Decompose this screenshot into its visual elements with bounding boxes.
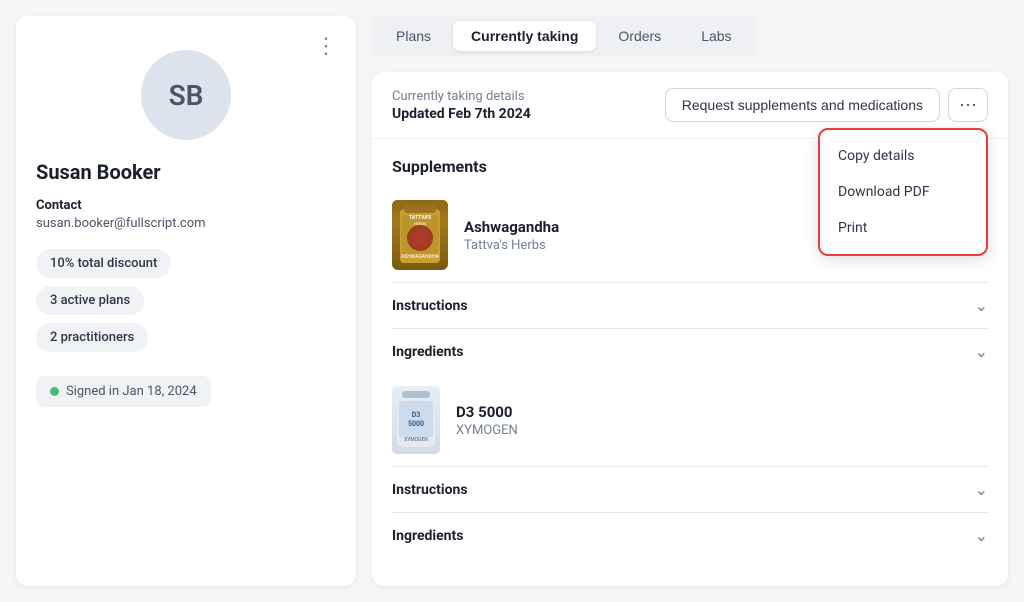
d3-instructions-chevron: ⌄ [975, 480, 988, 499]
dropdown-menu: Copy details Download PDF Print [818, 128, 988, 256]
contact-label: Contact [36, 198, 206, 213]
d3-instructions-row[interactable]: Instructions ⌄ [392, 466, 988, 512]
discount-badge: 10% total discount [36, 249, 171, 278]
request-supplements-button[interactable]: Request supplements and medications [665, 88, 940, 122]
contact-section: Contact susan.booker@fullscript.com [36, 198, 206, 231]
signed-badge: Signed in Jan 18, 2024 [36, 376, 211, 407]
header-right: Request supplements and medications ⋯ Co… [665, 88, 988, 122]
copy-details-item[interactable]: Copy details [820, 138, 986, 174]
avatar: SB [141, 50, 231, 140]
more-options-button[interactable]: ⋯ [948, 88, 988, 122]
d3-ingredients-row[interactable]: Ingredients ⌄ [392, 512, 988, 558]
online-dot [50, 387, 59, 396]
patient-sidebar: ⋮ SB Susan Booker Contact susan.booker@f… [16, 16, 356, 586]
d3-ingredients-label: Ingredients [392, 528, 463, 544]
plans-badge: 3 active plans [36, 286, 144, 315]
main-content: Plans Currently taking Orders Labs Curre… [372, 0, 1024, 602]
ashwagandha-instructions-row[interactable]: Instructions ⌄ [392, 282, 988, 328]
tab-orders[interactable]: Orders [600, 21, 679, 51]
contact-email: susan.booker@fullscript.com [36, 216, 206, 231]
practitioners-badge: 2 practitioners [36, 323, 148, 352]
tab-bar: Plans Currently taking Orders Labs [372, 16, 756, 56]
content-header: Currently taking details Updated Feb 7th… [372, 72, 1008, 139]
svg-text:ASHWAGANDHA: ASHWAGANDHA [401, 254, 439, 260]
d3-name: D3 5000 [456, 403, 988, 421]
tab-currently-taking[interactable]: Currently taking [453, 21, 596, 51]
tab-plans[interactable]: Plans [378, 21, 449, 51]
details-label: Currently taking details [392, 89, 531, 104]
tab-labs[interactable]: Labs [683, 21, 749, 51]
d3-image: D3 5000 XYMOGEN [392, 386, 440, 454]
d3-info: D3 5000 XYMOGEN [456, 403, 988, 438]
supplement-d3-5000: D3 5000 XYMOGEN D3 5000 XYMOGEN Instruct… [392, 374, 988, 558]
print-item[interactable]: Print [820, 210, 986, 246]
ashwagandha-image: TATTVA'S HERBS ASHWAGANDHA [392, 200, 448, 270]
download-pdf-item[interactable]: Download PDF [820, 174, 986, 210]
ashwagandha-instructions-label: Instructions [392, 298, 468, 314]
d3-ingredients-chevron: ⌄ [975, 526, 988, 545]
d3-brand: XYMOGEN [456, 423, 988, 438]
sidebar-more-button[interactable]: ⋮ [315, 34, 338, 59]
ashwagandha-ingredients-row[interactable]: Ingredients ⌄ [392, 328, 988, 374]
patient-name: Susan Booker [36, 160, 161, 184]
svg-text:D3: D3 [412, 411, 421, 419]
svg-text:XYMOGEN: XYMOGEN [404, 437, 428, 443]
supplement-row-d3: D3 5000 XYMOGEN D3 5000 XYMOGEN [392, 374, 988, 466]
ashwagandha-ingredients-chevron: ⌄ [975, 342, 988, 361]
updated-label: Updated Feb 7th 2024 [392, 106, 531, 122]
svg-text:5000: 5000 [408, 420, 424, 428]
content-card: Currently taking details Updated Feb 7th… [372, 72, 1008, 586]
header-left: Currently taking details Updated Feb 7th… [392, 89, 531, 122]
ashwagandha-ingredients-label: Ingredients [392, 344, 463, 360]
signed-label: Signed in Jan 18, 2024 [66, 384, 197, 399]
svg-text:HERBS: HERBS [414, 221, 427, 226]
d3-instructions-label: Instructions [392, 482, 468, 498]
badge-list: 10% total discount 3 active plans 2 prac… [36, 249, 336, 352]
ashwagandha-instructions-chevron: ⌄ [975, 296, 988, 315]
